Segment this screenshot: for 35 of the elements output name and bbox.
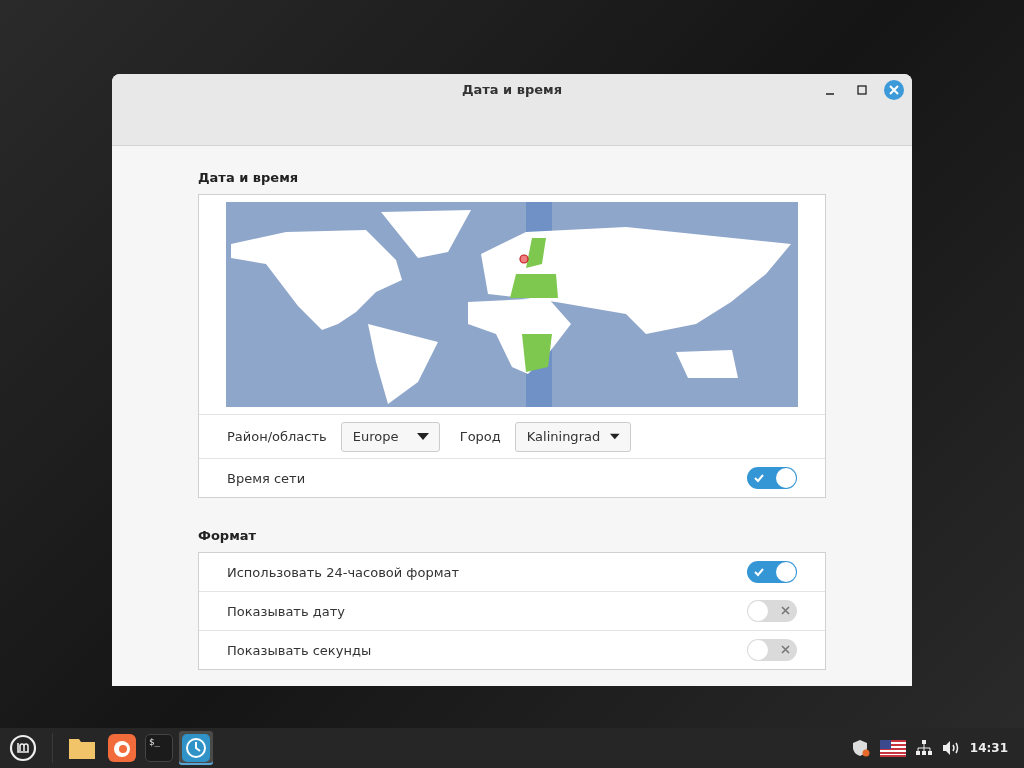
close-button[interactable] xyxy=(884,80,904,100)
setting-label: Показывать секунды xyxy=(227,642,372,658)
city-dropdown[interactable]: Kaliningrad xyxy=(514,421,631,452)
clock-icon xyxy=(182,734,210,762)
section-title: Дата и время xyxy=(198,170,300,185)
taskbar-app[interactable] xyxy=(105,731,139,765)
window-title: Дата и время xyxy=(461,82,563,97)
volume-icon[interactable] xyxy=(941,740,960,756)
toggle-switch[interactable] xyxy=(747,600,797,622)
section-title: Формат xyxy=(198,528,258,543)
toggle-switch[interactable] xyxy=(747,467,797,489)
check-icon xyxy=(754,473,764,483)
folder-icon xyxy=(68,736,96,760)
taskbar-app[interactable] xyxy=(179,731,213,765)
cross-icon xyxy=(781,606,790,615)
setting-label: Показывать дату xyxy=(227,603,345,619)
caret-icon xyxy=(416,433,429,440)
terminal-icon[interactable]: $_ xyxy=(145,734,173,762)
cross-icon xyxy=(781,645,790,654)
caret-icon xyxy=(610,433,620,440)
minimize-icon xyxy=(825,93,835,95)
shield-icon[interactable] xyxy=(851,739,870,757)
clock-text[interactable]: 14:31 xyxy=(969,741,1008,755)
setting-label: Использовать 24-часовой формат xyxy=(227,564,459,580)
city-label: Город xyxy=(459,429,501,444)
flag-icon[interactable] xyxy=(879,739,906,757)
check-icon xyxy=(754,567,764,577)
region-label: Район/область xyxy=(227,429,327,444)
toggle-switch[interactable] xyxy=(747,639,797,661)
close-icon xyxy=(889,85,899,95)
network-icon[interactable] xyxy=(915,740,932,756)
maximize-icon xyxy=(857,85,867,95)
toggle-switch[interactable] xyxy=(747,561,797,583)
setting-label: Время сети xyxy=(227,470,306,486)
region-dropdown[interactable]: Europe xyxy=(340,421,440,452)
